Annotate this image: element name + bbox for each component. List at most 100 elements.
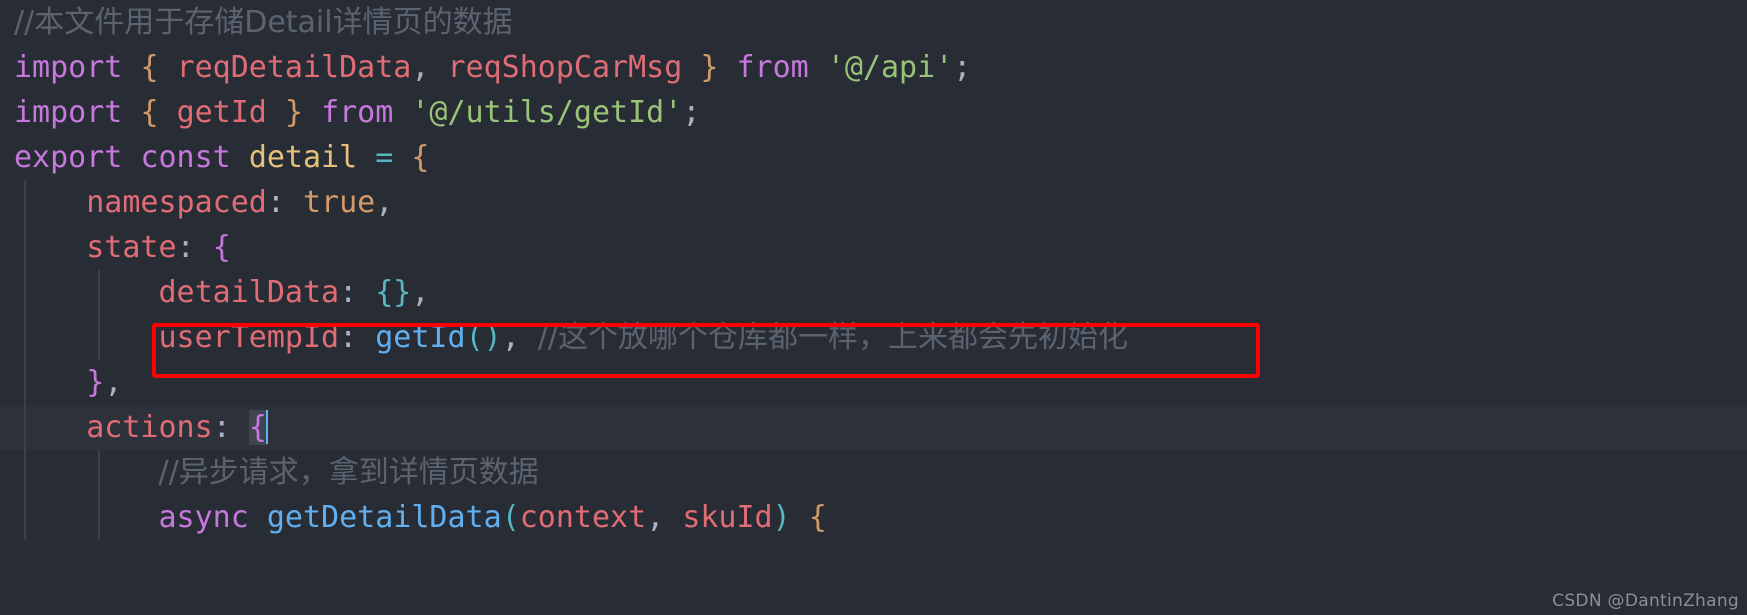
code-token: reqShopCarMsg — [447, 50, 683, 85]
line-state-open[interactable]: state: { — [0, 225, 1747, 270]
code-token: : — [339, 320, 376, 355]
line-import-getid[interactable]: import { getId } from '@/utils/getId'; — [0, 90, 1747, 135]
code-token: { — [140, 50, 159, 85]
code-token: import — [14, 95, 123, 130]
code-token: , — [646, 500, 683, 535]
code-token: ( — [501, 500, 520, 535]
code-token: , — [411, 50, 448, 85]
line-export-const-detail[interactable]: export const detail = { — [0, 135, 1747, 180]
code-token: getDetailData — [266, 500, 502, 535]
indent-guide — [24, 360, 26, 405]
code-token: { — [212, 230, 231, 265]
code-area[interactable]: //本文件用于存储Detail详情页的数据 import { reqDetailD… — [0, 0, 1747, 615]
code-token: } — [86, 365, 105, 400]
code-token: : — [339, 275, 376, 310]
code-token: actions — [86, 410, 213, 445]
code-token: { — [411, 140, 430, 175]
code-token: detail — [248, 140, 358, 175]
code-token: export — [14, 140, 123, 175]
line-import-api[interactable]: import { reqDetailData, reqShopCarMsg } … — [0, 45, 1747, 90]
indent-guide — [98, 495, 100, 540]
indent-guide — [98, 450, 100, 495]
code-token: ; — [953, 50, 972, 85]
code-token: detailData — [158, 275, 340, 310]
code-token: , — [375, 185, 394, 220]
indent-guide — [24, 315, 26, 360]
code-token: , — [501, 320, 538, 355]
code-token: ) — [772, 500, 791, 535]
indent-guide — [24, 180, 26, 225]
csdn-watermark: CSDN @DantinZhang — [1552, 591, 1739, 611]
code-token: from — [321, 95, 394, 130]
line-actions-open[interactable]: actions: { — [0, 405, 1747, 450]
code-token: : — [176, 230, 213, 265]
code-token: { — [808, 500, 827, 535]
code-editor-screenshot: //本文件用于存储Detail详情页的数据 import { reqDetailD… — [0, 0, 1747, 615]
code-token: , — [411, 275, 430, 310]
line-comment-header[interactable]: //本文件用于存储Detail详情页的数据 — [0, 0, 1747, 45]
code-token: //本文件用于存储Detail详情页的数据 — [14, 5, 513, 40]
line-namespaced[interactable]: namespaced: true, — [0, 180, 1747, 225]
code-token: , — [104, 365, 123, 400]
code-token: = — [375, 140, 394, 175]
code-token: skuId — [682, 500, 773, 535]
code-token: import — [14, 50, 123, 85]
line-usertempid[interactable]: userTempId: getId(), //这个放哪个仓库都一样，上来都会先初… — [0, 315, 1747, 360]
code-token: from — [736, 50, 809, 85]
code-token: } — [284, 95, 303, 130]
code-token: ; — [682, 95, 701, 130]
indent-guide — [24, 405, 26, 450]
code-token: state — [86, 230, 177, 265]
indent-guide — [24, 495, 26, 540]
code-token: {} — [375, 275, 412, 310]
indent-guide — [24, 270, 26, 315]
code-token: getId — [375, 320, 466, 355]
line-getdetaildata[interactable]: async getDetailData(context, skuId) { — [0, 495, 1747, 540]
code-token: { — [248, 410, 267, 445]
code-token: '@/api' — [826, 50, 954, 85]
code-token: : — [266, 185, 303, 220]
code-token: //这个放哪个仓库都一样，上来都会先初始化 — [537, 320, 1129, 355]
code-token: //异步请求，拿到详情页数据 — [158, 455, 539, 490]
code-token: const — [140, 140, 231, 175]
indent-guide — [98, 270, 100, 315]
code-token: () — [465, 320, 502, 355]
code-token: : — [212, 410, 249, 445]
code-token — [265, 410, 268, 444]
code-token: { — [140, 95, 159, 130]
indent-guide — [24, 450, 26, 495]
line-detaildata[interactable]: detailData: {}, — [0, 270, 1747, 315]
code-token: reqDetailData — [176, 50, 412, 85]
code-token: } — [700, 50, 719, 85]
line-state-close[interactable]: }, — [0, 360, 1747, 405]
indent-guide — [24, 225, 26, 270]
code-token: userTempId — [158, 320, 340, 355]
code-token: getId — [176, 95, 267, 130]
line-comment-async[interactable]: //异步请求，拿到详情页数据 — [0, 450, 1747, 495]
code-token: async — [158, 500, 249, 535]
code-token: context — [519, 500, 647, 535]
code-token: '@/utils/getId' — [411, 95, 683, 130]
indent-guide — [98, 315, 100, 360]
code-token: true — [303, 185, 376, 220]
